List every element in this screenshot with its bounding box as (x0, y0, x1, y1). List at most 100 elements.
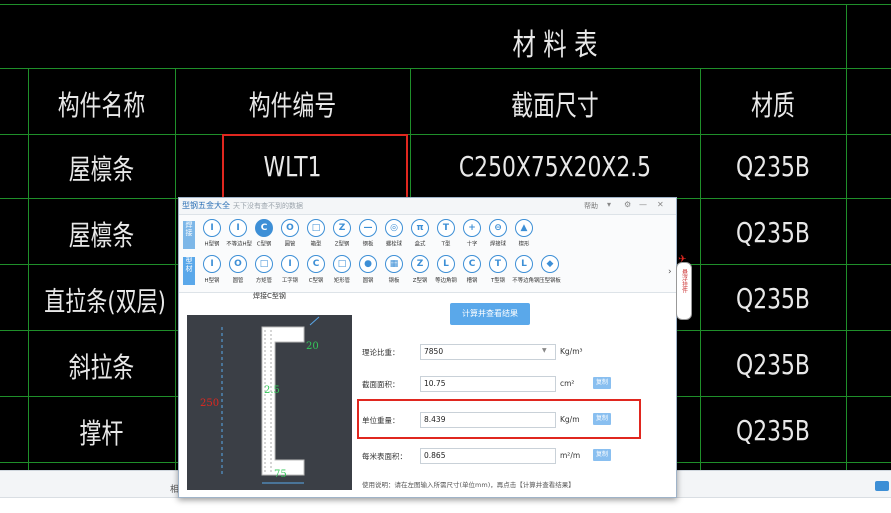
shape-tool-welded-12[interactable]: ▲ 楔形 (511, 218, 537, 252)
shape-tool-welded-7[interactable]: ◎ 螺栓球 (381, 218, 407, 252)
shape-label: 钢板 (362, 241, 374, 248)
shape-tool-profile-11[interactable]: T T型钢 (485, 254, 511, 288)
section-diagram-panel: 焊接C型钢 250 2.5 20 75 (187, 292, 352, 490)
shape-label: 螺栓球 (385, 241, 403, 248)
chevron-right-icon[interactable]: › (668, 267, 672, 277)
shape-label: C型钢 (256, 241, 272, 248)
help-menu[interactable]: 帮助 (584, 201, 598, 211)
theory-density-value: 7850 (424, 347, 444, 356)
shape-tool-welded-4[interactable]: □ 箱型 (303, 218, 329, 252)
header-material: 材质 (751, 89, 795, 122)
shape-tool-profile-2[interactable]: □ 方矩管 (251, 254, 277, 288)
shape-tool-profile-12[interactable]: L 不等边角钢 (511, 254, 539, 288)
shape-icon: ▲ (515, 219, 533, 237)
shape-icon: I (229, 219, 247, 237)
minimize-icon[interactable]: — (639, 200, 647, 209)
shape-icon: □ (307, 219, 325, 237)
shape-tool-profile-5[interactable]: □ 矩形管 (329, 254, 355, 288)
shape-icon: I (203, 219, 221, 237)
shape-icon: Z (411, 255, 429, 273)
shape-label: H型钢 (204, 241, 220, 248)
shape-tool-welded-8[interactable]: π 盒式 (407, 218, 433, 252)
shape-label: 不等边H型 (226, 241, 252, 248)
close-icon[interactable]: ✕ (657, 200, 664, 209)
dim-thickness[interactable]: 2.5 (264, 385, 280, 396)
shape-tool-welded-11[interactable]: ⊖ 焊接球 (485, 218, 511, 252)
shape-tool-profile-4[interactable]: C C型钢 (303, 254, 329, 288)
shape-tool-profile-7[interactable]: ▦ 钢板 (381, 254, 407, 288)
shape-label: 楔形 (518, 241, 530, 248)
row-name: 直拉条(双层) (44, 287, 166, 318)
shape-tool-profile-0[interactable]: I H型钢 (199, 254, 225, 288)
pin-icon[interactable]: ✈ (678, 254, 686, 265)
shape-label: H型钢 (204, 277, 220, 284)
shape-tool-profile-10[interactable]: C 槽钢 (459, 254, 485, 288)
shape-tool-profile-6[interactable]: ● 圆钢 (355, 254, 381, 288)
shape-icon: C (255, 219, 273, 237)
shape-icon: O (281, 219, 299, 237)
shape-label: 圆管 (284, 241, 296, 248)
floating-widget[interactable]: 悬浮挂件 (676, 262, 692, 320)
calculate-button[interactable]: 计算并查看结果 (450, 303, 530, 325)
shape-label: 圆钢 (362, 277, 374, 284)
row-section: C250X75X20X2.5 (458, 150, 652, 183)
surface-area-value: 0.865 (424, 451, 446, 460)
shape-label: Z型钢 (334, 241, 350, 248)
shape-label: 箱型 (310, 241, 322, 248)
shape-icon: ▦ (385, 255, 403, 273)
shape-icon: + (463, 219, 481, 237)
shape-icon: L (437, 255, 455, 273)
shape-label: Z型钢 (412, 277, 428, 284)
shape-tool-welded-9[interactable]: T T型 (433, 218, 459, 252)
dim-width[interactable]: 75 (274, 469, 287, 480)
shape-label: 焊接球 (489, 241, 507, 248)
row-name: 撑杆 (79, 417, 124, 450)
settings-icon[interactable]: ⚙ (624, 200, 631, 209)
table-border (175, 68, 176, 470)
shape-icon: — (359, 219, 377, 237)
shape-label: T型 (441, 241, 451, 248)
shape-label: 圆管 (232, 277, 244, 284)
tray-icon[interactable] (875, 481, 889, 491)
dim-height[interactable]: 250 (200, 398, 219, 409)
chevron-down-icon[interactable]: ▼ (542, 347, 547, 354)
shape-tool-welded-3[interactable]: O 圆管 (277, 218, 303, 252)
shape-tool-profile-3[interactable]: I 工字钢 (277, 254, 303, 288)
shape-tool-welded-1[interactable]: I 不等边H型 (225, 218, 252, 252)
table-border (0, 4, 891, 5)
shape-icon: T (437, 219, 455, 237)
chevron-down-icon[interactable]: ▾ (607, 200, 611, 209)
shape-tool-profile-8[interactable]: Z Z型钢 (407, 254, 433, 288)
copy-button[interactable]: 复制 (593, 449, 611, 461)
shape-tool-profile-1[interactable]: O 圆管 (225, 254, 251, 288)
theory-density-label: 理论比重： (362, 348, 400, 357)
dialog-titlebar[interactable]: 型钢五金大全 天下没有查不到的数据 帮助 ▾ ⚙ — ✕ (179, 198, 676, 215)
shape-tool-profile-13[interactable]: ◆ 压型钢板 (537, 254, 563, 288)
shape-tool-welded-0[interactable]: I H型钢 (199, 218, 225, 252)
shape-icon: O (229, 255, 247, 273)
row-name: 屋檩条 (68, 219, 135, 252)
shape-icon: ◎ (385, 219, 403, 237)
shape-tool-profile-9[interactable]: L 等边角钢 (433, 254, 459, 288)
dim-lip[interactable]: 20 (306, 341, 319, 352)
row-material: Q235B (736, 348, 810, 381)
row-material: Q235B (736, 216, 810, 249)
shape-tool-welded-5[interactable]: Z Z型钢 (329, 218, 355, 252)
shape-tool-welded-10[interactable]: + 十字 (459, 218, 485, 252)
widget-text: 悬浮挂件 (680, 269, 688, 293)
shape-tool-welded-6[interactable]: — 钢板 (355, 218, 381, 252)
dialog-title: 型钢五金大全 (182, 201, 230, 210)
table-border (700, 68, 701, 470)
shape-tool-welded-2[interactable]: C C型钢 (251, 218, 277, 252)
steel-calculator-dialog: 型钢五金大全 天下没有查不到的数据 帮助 ▾ ⚙ — ✕ 焊接 型材 I H型钢 I… (178, 197, 677, 498)
shape-label: 盒式 (414, 241, 426, 248)
copy-button[interactable]: 复制 (593, 377, 611, 389)
tab-profile[interactable]: 型材 (183, 257, 195, 285)
shape-icon: ◆ (541, 255, 559, 273)
row-name: 斜拉条 (68, 351, 135, 384)
header-name: 构件名称 (57, 89, 146, 122)
dialog-subtitle: 天下没有查不到的数据 (233, 202, 303, 210)
tab-welded[interactable]: 焊接 (183, 221, 195, 249)
shape-icon: Z (333, 219, 351, 237)
shape-icon: I (281, 255, 299, 273)
